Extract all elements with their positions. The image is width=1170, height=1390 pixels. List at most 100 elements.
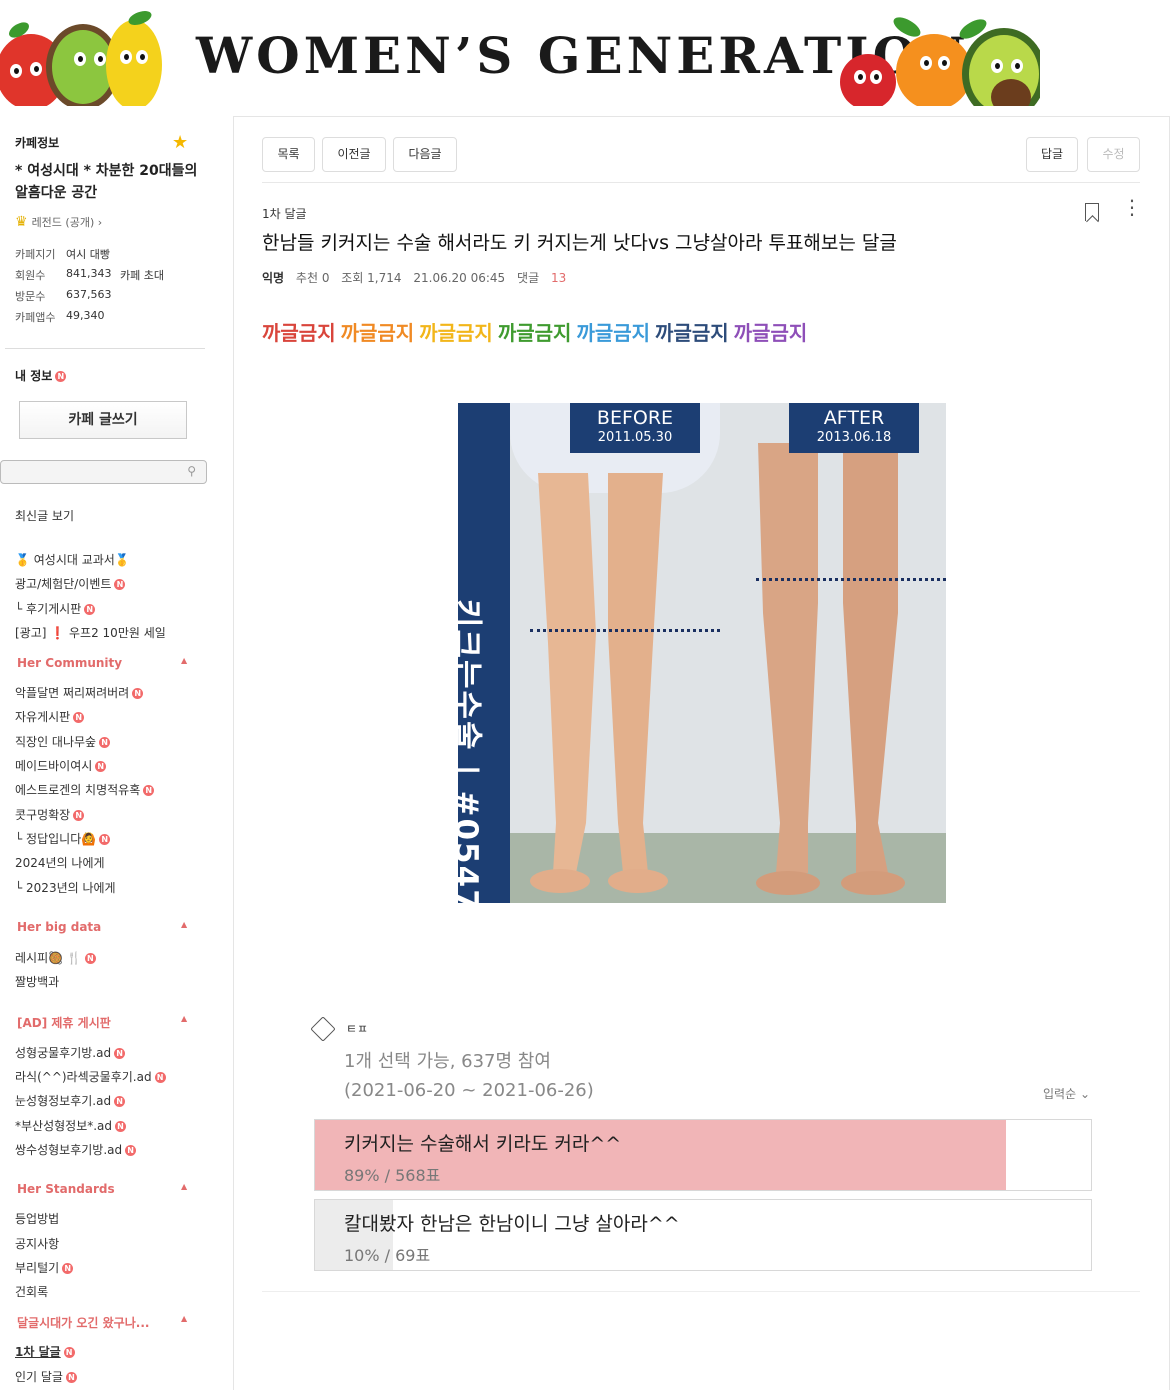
stat-row: 카페앱수 49,340 (15, 309, 164, 330)
board-link-active[interactable]: 1차 달글 N (15, 1343, 75, 1360)
divider (262, 182, 1140, 183)
stat-value[interactable]: 여시 대빵 (66, 246, 120, 267)
board-link[interactable]: 라식(^^)라섹궁물후기.ad N (15, 1068, 166, 1085)
board-link[interactable]: 눈성형정보후기.ad N (15, 1092, 126, 1109)
board-label: *부산성형정보*.ad (15, 1119, 113, 1133)
group-her-community[interactable]: Her Community (17, 656, 122, 670)
after-knee-line (756, 578, 946, 581)
board-label: 짤방백과 (15, 975, 60, 989)
board-label: 자유게시판 (15, 710, 71, 724)
new-badge-icon: N (99, 834, 111, 845)
board-link[interactable]: 악플달면 쩌리쩌려버려 N (15, 684, 144, 701)
more-options-icon[interactable]: ⋮ (1122, 197, 1142, 217)
prev-post-button[interactable]: 이전글 (322, 137, 386, 172)
cafe-search-input[interactable]: ⚲ (0, 460, 207, 484)
board-link[interactable]: 에스트로겐의 치명적유혹 N (15, 781, 155, 798)
board-link[interactable]: 자유게시판 N (15, 708, 85, 725)
new-badge-icon: N (125, 1145, 137, 1156)
collapse-arrow-icon[interactable]: ▲ (181, 1182, 187, 1191)
board-link[interactable]: └ 후기게시판 N (15, 600, 96, 617)
board-link[interactable]: 부리털기 N (15, 1259, 74, 1276)
board-link[interactable]: 쌍수성형보후기방.ad N (15, 1141, 137, 1158)
vote-sort-dropdown[interactable]: 입력순 ⌄ (1043, 1085, 1090, 1102)
rainbow-word: 까글금지 (340, 321, 415, 345)
board-label: 악플달면 쩌리쩌려버려 (15, 686, 130, 700)
rainbow-word: 까글금지 (497, 321, 572, 345)
board-link[interactable]: 콧구멍확장 N (15, 806, 85, 823)
board-label: 🥇 여성시대 교과서🥇 (15, 553, 130, 567)
new-badge-icon: N (115, 1121, 127, 1132)
board-link[interactable]: 공지사항 (15, 1235, 59, 1252)
new-badge-icon: N (114, 1096, 126, 1107)
board-link[interactable]: └ 정답입니다🙆 N (15, 830, 111, 847)
comment-link[interactable]: 댓글 13 (517, 271, 574, 285)
new-badge-icon: N (65, 1372, 77, 1383)
before-after-photo[interactable]: 키크는수술 | #0547 BEFORE 2011.05.30 AFTER 20… (458, 403, 946, 903)
board-name-link[interactable]: 1차 달글 (262, 205, 307, 222)
vote-option-result: 89% / 568표 (344, 1166, 441, 1185)
invite-link[interactable]: 카페 초대 (120, 267, 164, 288)
board-link[interactable]: └ 2023년의 나에게 (15, 879, 116, 896)
sidebar: 카페정보 ★ * 여성시대 * 차분한 20대들의 알흠다운 공간 ♛ 레전드 (… (0, 116, 222, 1390)
edit-button[interactable]: 수정 (1087, 137, 1140, 172)
author-name[interactable]: 익명 (262, 271, 284, 285)
board-label: 라식(^^)라섹궁물후기.ad (15, 1070, 152, 1084)
board-link[interactable]: 성형궁물후기방.ad N (15, 1044, 126, 1061)
board-link[interactable]: 인기 달글 N (15, 1368, 77, 1385)
cafe-banner[interactable]: WOMEN’S GENERATION (0, 0, 1040, 106)
collapse-arrow-icon[interactable]: ▲ (181, 1014, 187, 1023)
cafe-name[interactable]: * 여성시대 * 차분한 20대들의 알흠다운 공간 (15, 160, 200, 204)
vote-option[interactable]: 칼대봤자 한남은 한남이니 그냥 살아라^^ 10% / 69표 (314, 1199, 1092, 1271)
search-icon[interactable]: ⚲ (187, 464, 196, 478)
list-button[interactable]: 목록 (262, 137, 315, 172)
lemon-graphic (106, 20, 162, 106)
collapse-arrow-icon[interactable]: ▲ (181, 656, 187, 665)
group-dalgeul[interactable]: 달글시대가 오긴 왔구나... (17, 1314, 149, 1331)
group-her-big-data[interactable]: Her big data (17, 920, 101, 934)
latest-posts-link[interactable]: 최신글 보기 (15, 507, 74, 524)
collapse-arrow-icon[interactable]: ▲ (181, 920, 187, 929)
bookmark-icon[interactable] (1085, 203, 1099, 221)
favorite-star-icon[interactable]: ★ (172, 132, 188, 153)
board-link[interactable]: 🥇 여성시대 교과서🥇 (15, 551, 130, 568)
member-level[interactable]: ♛ 레전드 (공개) › (15, 214, 102, 230)
board-label: └ 후기게시판 (15, 602, 82, 616)
board-link[interactable]: 광고/체험단/이벤트 N (15, 575, 126, 592)
new-badge-icon: N (154, 1072, 166, 1083)
board-link[interactable]: 짤방백과 (15, 973, 59, 990)
my-info-link[interactable]: 내 정보 N (15, 367, 67, 384)
stat-row: 방문수 637,563 (15, 288, 164, 309)
view-count: 조회 1,714 (341, 271, 402, 285)
after-date: 2013.06.18 (816, 430, 892, 445)
new-badge-icon: N (143, 785, 155, 796)
cafe-write-button[interactable]: 카페 글쓰기 (19, 401, 187, 439)
vote-icon (310, 1016, 336, 1042)
board-link[interactable]: [광고] ❗ 우프2 10만원 세일 (15, 624, 166, 641)
next-post-button[interactable]: 다음글 (393, 137, 457, 172)
after-label: AFTER (823, 407, 885, 429)
vote-option-label: 칼대봤자 한남은 한남이니 그냥 살아라^^ (344, 1213, 680, 1235)
board-label: 레시피🥘 🍴 (15, 951, 82, 965)
stat-row: 회원수 841,343 카페 초대 (15, 267, 164, 288)
crown-icon: ♛ (15, 214, 28, 230)
member-level-label: 레전드 (공개) (31, 216, 95, 229)
collapse-arrow-icon[interactable]: ▲ (181, 1314, 187, 1323)
board-link[interactable]: 건회록 (15, 1283, 48, 1300)
rainbow-word: 까글금지 (655, 321, 729, 345)
stat-row: 카페지기 여시 대빵 (15, 246, 164, 267)
after-tag: AFTER 2013.06.18 (789, 403, 919, 453)
group-ad-boards[interactable]: [AD] 제휴 게시판 (17, 1014, 111, 1031)
board-link[interactable]: 등업방법 (15, 1210, 59, 1227)
board-link[interactable]: 레시피🥘 🍴 N (15, 949, 96, 966)
group-her-standards[interactable]: Her Standards (17, 1182, 115, 1196)
board-link[interactable]: 메이드바이여시 N (15, 757, 107, 774)
avocado-graphic (962, 28, 1040, 106)
reply-button[interactable]: 답글 (1026, 137, 1078, 172)
board-link[interactable]: 직장인 대나무숲 N (15, 733, 111, 750)
divider (5, 348, 205, 349)
cafe-info-label: 카페정보 (15, 136, 60, 150)
vote-period: (2021-06-20 ~ 2021-06-26) (344, 1080, 594, 1101)
board-link[interactable]: 2024년의 나에게 (15, 854, 105, 871)
vote-option[interactable]: 키커지는 수술해서 키라도 커라^^ 89% / 568표 (314, 1119, 1092, 1191)
board-link[interactable]: *부산성형정보*.ad N (15, 1117, 127, 1134)
